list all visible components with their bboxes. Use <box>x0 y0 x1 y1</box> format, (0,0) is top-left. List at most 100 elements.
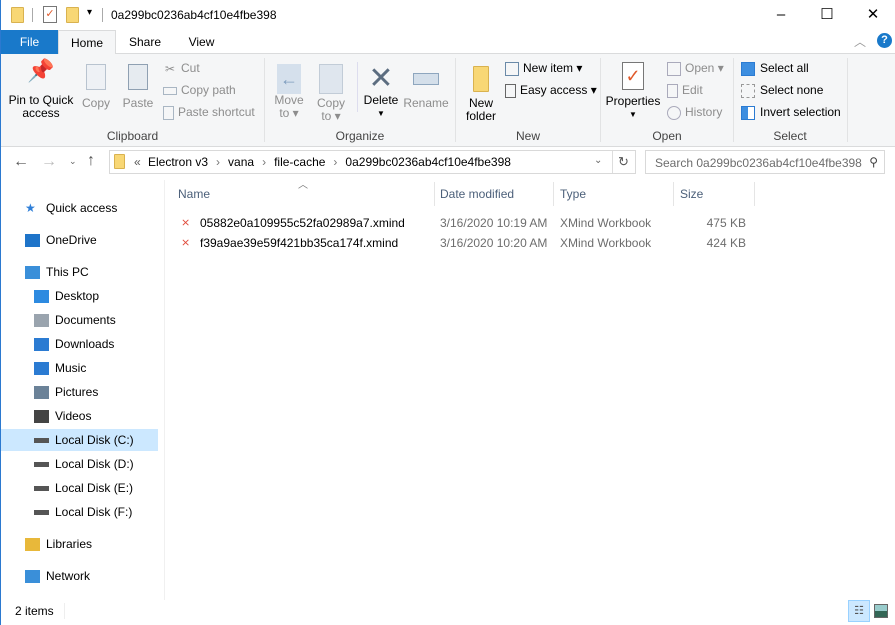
nav-item-local-disk-e[interactable]: Local Disk (E:) <box>1 477 158 499</box>
group-label-new: New <box>515 129 540 143</box>
paste-shortcut-button[interactable]: Paste shortcut <box>163 102 255 122</box>
select-none-button[interactable]: Select none <box>741 80 823 100</box>
forward-button[interactable]: → <box>41 153 57 171</box>
pin-to-quick-access-button[interactable]: 📌 Pin to Quick access <box>5 58 77 120</box>
paste-button[interactable]: Paste <box>121 64 155 110</box>
desktop-icon <box>34 290 49 304</box>
tab-home[interactable]: Home <box>58 30 116 55</box>
drive-icon <box>34 438 49 444</box>
up-button[interactable]: ↑ <box>87 152 95 170</box>
nav-item-downloads[interactable]: Downloads <box>1 333 158 355</box>
new-folder-quick-icon[interactable] <box>66 7 79 23</box>
nav-item-music[interactable]: Music <box>1 357 158 379</box>
rename-button[interactable]: Rename <box>403 64 449 110</box>
move-to-button[interactable]: ← Move to ▾ <box>271 64 307 120</box>
nav-item-pictures[interactable]: Pictures <box>1 381 158 403</box>
column-divider[interactable] <box>673 182 674 206</box>
customize-toolbar-icon[interactable]: ▾ <box>87 7 92 18</box>
nav-item-local-disk-d[interactable]: Local Disk (D:) <box>1 453 158 475</box>
copy-to-icon <box>319 64 343 94</box>
select-none-icon <box>741 83 755 98</box>
back-button[interactable]: ← <box>13 153 29 171</box>
status-item-count: 2 items <box>15 604 54 618</box>
select-all-button[interactable]: Select all <box>741 58 809 78</box>
nav-item-videos[interactable]: Videos <box>1 405 158 427</box>
maximize-button[interactable]: ☐ <box>804 0 850 30</box>
file-row[interactable]: ⨯ f39a9ae39e59f421bb35ca174f.xmind 3/16/… <box>174 233 754 253</box>
column-header-name[interactable]: Name <box>178 186 210 206</box>
nav-item-label: Local Disk (D:) <box>55 457 134 471</box>
help-icon[interactable]: ? <box>877 33 892 48</box>
chevron-right-icon[interactable]: › <box>262 155 266 169</box>
nav-item-this-pc[interactable]: This PC <box>1 261 158 283</box>
easy-access-button[interactable]: Easy access ▾ <box>505 80 597 100</box>
new-item-icon <box>505 61 519 76</box>
breadcrumb-item[interactable]: vana <box>228 155 254 169</box>
breadcrumb: Electron v3 › vana › file-cache › 0a299bc0236a… <box>148 155 511 169</box>
breadcrumb-item[interactable]: file-cache <box>274 155 325 169</box>
properties-quick-icon[interactable]: ✓ <box>43 6 57 23</box>
chevron-right-icon[interactable]: › <box>333 155 337 169</box>
search-icon: ⚲ <box>869 155 878 169</box>
breadcrumb-overflow[interactable]: « <box>134 155 141 169</box>
nav-item-onedrive[interactable]: OneDrive <box>1 229 158 251</box>
nav-item-label: Local Disk (E:) <box>55 481 134 495</box>
column-header-size[interactable]: Size <box>680 186 703 206</box>
properties-button[interactable]: ✓ Properties ▼ <box>605 62 661 121</box>
nav-item-libraries[interactable]: Libraries <box>1 533 158 555</box>
tab-view[interactable]: View <box>174 30 229 54</box>
address-bar[interactable]: « Electron v3 › vana › file-cache › 0a299bc023… <box>109 150 636 174</box>
tab-share[interactable]: Share <box>116 30 174 54</box>
divider <box>612 151 613 173</box>
history-button[interactable]: History <box>667 102 722 122</box>
copy-path-button[interactable]: Copy path <box>163 80 236 100</box>
rename-icon <box>413 73 439 85</box>
copy-button[interactable]: Copy <box>79 64 113 110</box>
nav-item-quick-access[interactable]: ★ Quick access <box>1 197 158 219</box>
collapse-ribbon-icon[interactable]: ︿ <box>854 33 866 50</box>
file-row[interactable]: ⨯ 05882e0a109955c52fa02989a7.xmind 3/16/… <box>174 213 754 233</box>
refresh-icon[interactable]: ↻ <box>618 154 629 170</box>
breadcrumb-item[interactable]: Electron v3 <box>148 155 208 169</box>
group-separator <box>847 58 848 142</box>
scissors-icon: ✂ <box>164 61 176 76</box>
minimize-button[interactable]: – <box>758 0 804 30</box>
search-input[interactable]: Search 0a299bc0236ab4cf10e4fbe398 ⚲ <box>645 150 885 174</box>
divider <box>102 8 103 22</box>
chevron-right-icon[interactable]: › <box>216 155 220 169</box>
new-folder-button[interactable]: New folder <box>461 64 501 123</box>
column-header-date-modified[interactable]: Date modified <box>440 186 514 206</box>
copy-to-button[interactable]: Copy to ▾ <box>313 64 349 123</box>
new-folder-icon <box>473 66 489 92</box>
column-divider[interactable] <box>754 182 755 206</box>
ribbon-tabs: File Home Share View ︿ ? <box>1 30 895 55</box>
column-header-type[interactable]: Type <box>560 186 586 206</box>
nav-item-network[interactable]: Network <box>1 565 158 587</box>
nav-item-desktop[interactable]: Desktop <box>1 285 158 307</box>
new-item-button[interactable]: New item ▾ <box>505 58 582 78</box>
delete-button[interactable]: ✕ Delete ▼ <box>361 64 401 120</box>
open-button[interactable]: Open ▾ <box>667 58 724 78</box>
column-divider[interactable] <box>553 182 554 206</box>
nav-item-documents[interactable]: Documents <box>1 309 158 331</box>
tab-file[interactable]: File <box>1 30 58 54</box>
large-icons-view-button[interactable] <box>874 604 888 618</box>
label: Cut <box>181 61 200 75</box>
close-button[interactable]: ✕ <box>850 0 895 30</box>
recent-locations-button[interactable]: ⌄ <box>69 156 77 167</box>
breadcrumb-item[interactable]: 0a299bc0236ab4cf10e4fbe398 <box>345 155 511 169</box>
group-label-clipboard: Clipboard <box>106 129 159 143</box>
nav-item-local-disk-c[interactable]: Local Disk (C:) <box>1 429 158 451</box>
pane-divider[interactable] <box>164 180 165 600</box>
nav-item-local-disk-f[interactable]: Local Disk (F:) <box>1 501 158 523</box>
label: Select none <box>760 83 824 97</box>
label: Copy path <box>181 83 236 97</box>
column-divider[interactable] <box>434 182 435 206</box>
pin-icon: 📌 <box>27 58 55 83</box>
cut-button[interactable]: ✂ Cut <box>163 58 200 78</box>
invert-selection-button[interactable]: Invert selection <box>741 102 841 122</box>
details-view-button[interactable]: ☷ <box>848 600 870 622</box>
label: Edit <box>682 83 703 97</box>
address-dropdown-icon[interactable]: ⌄ <box>594 155 602 166</box>
edit-button[interactable]: Edit <box>667 80 703 100</box>
